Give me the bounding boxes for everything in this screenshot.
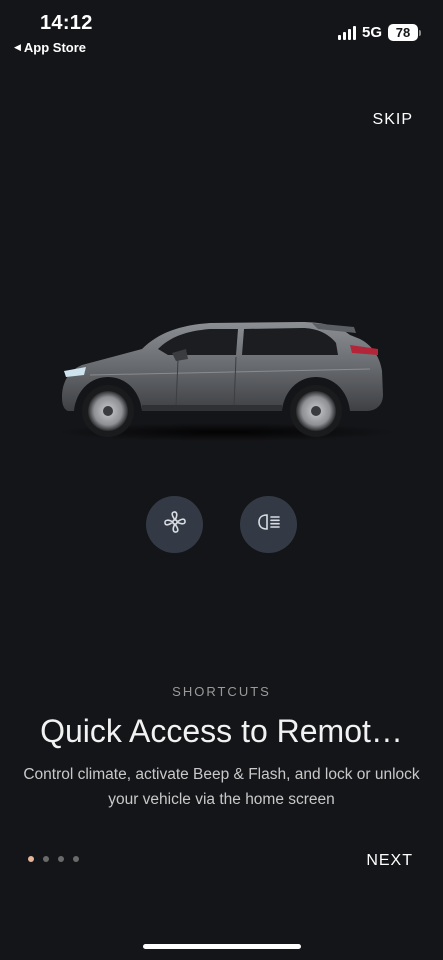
cellular-signal-icon	[337, 25, 356, 40]
pagination-dot-active	[28, 856, 34, 862]
skip-button[interactable]: SKIP	[373, 111, 413, 129]
fan-icon	[162, 509, 188, 540]
page-description: Control climate, activate Beep & Flash, …	[23, 766, 420, 808]
back-triangle-icon: ◀	[14, 42, 21, 52]
battery-level: 78	[388, 24, 418, 41]
battery-icon	[419, 29, 421, 36]
network-type: 5G	[361, 24, 382, 41]
pagination-dot	[43, 856, 49, 862]
pagination-dots	[28, 856, 79, 862]
status-time: 14:12	[40, 12, 93, 34]
vehicle-image	[50, 305, 395, 455]
page-title: Quick Access to Remot…	[40, 713, 403, 749]
home-indicator[interactable]	[143, 944, 301, 949]
pagination-dot	[58, 856, 64, 862]
beep-flash-shortcut-button[interactable]	[240, 496, 297, 553]
back-to-app-store-link[interactable]: ◀ App Store	[14, 40, 86, 55]
back-app-label: App Store	[23, 40, 87, 55]
status-indicators: 5G 78	[337, 24, 421, 41]
climate-shortcut-button[interactable]	[146, 496, 203, 553]
pagination-dot	[73, 856, 79, 862]
next-button[interactable]: NEXT	[366, 852, 413, 870]
section-label: SHORTCUTS	[172, 684, 271, 699]
headlight-icon	[256, 509, 282, 540]
